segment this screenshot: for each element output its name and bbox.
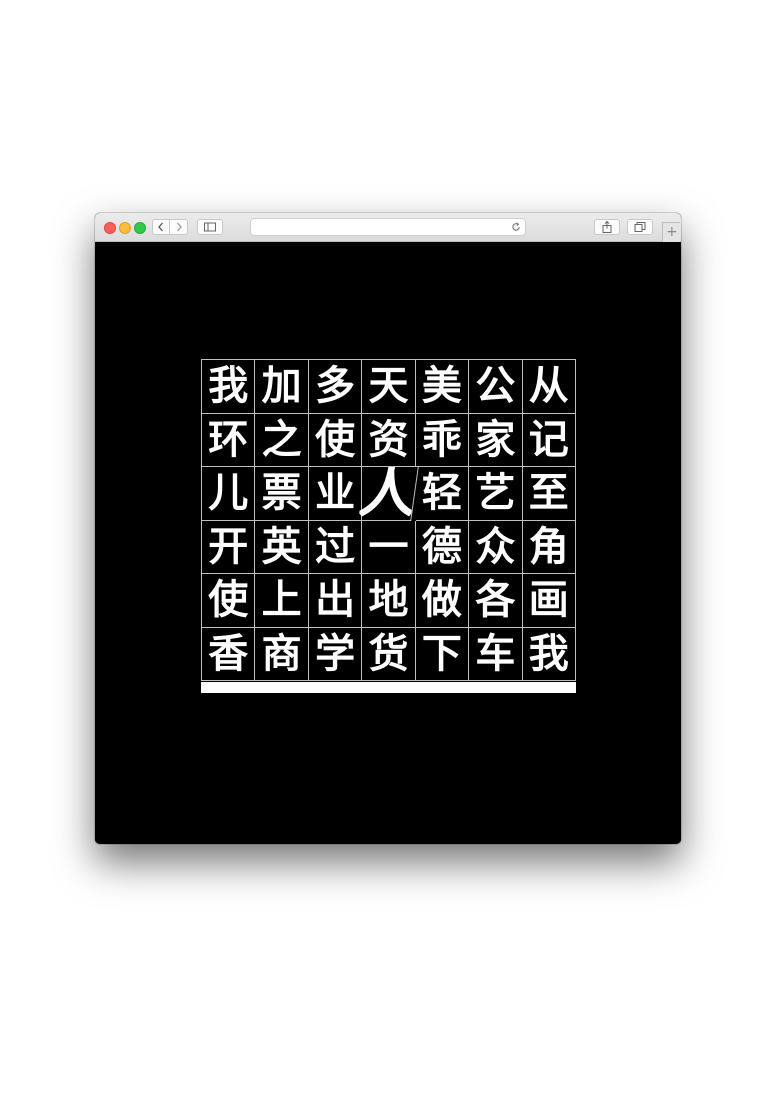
grid-cell: 天 xyxy=(362,360,416,414)
grid-cell: 艺 xyxy=(469,467,523,521)
grid-cell: 众 xyxy=(469,520,523,574)
grid-cell: 儿 xyxy=(202,467,256,521)
grid-cell: 我 xyxy=(522,627,576,681)
grid-cell: 公 xyxy=(469,360,523,414)
grid-cell: 画 xyxy=(522,574,576,628)
grid-cell: 出 xyxy=(308,574,363,628)
grid-cell: 商 xyxy=(255,627,309,681)
share-button[interactable] xyxy=(594,219,620,235)
grid-cell: 轻 xyxy=(415,467,470,521)
grid-cell: 之 xyxy=(255,413,309,467)
grid-cell: 票 xyxy=(255,467,309,521)
chevron-right-icon xyxy=(176,222,182,232)
back-button[interactable] xyxy=(152,219,170,235)
forward-button[interactable] xyxy=(170,219,188,235)
grid-cell: 车 xyxy=(469,627,523,681)
chevron-left-icon xyxy=(158,222,163,232)
grid-cell: 下 xyxy=(415,627,470,681)
grid-cell: 香 xyxy=(202,627,256,681)
grid-cell: 使 xyxy=(308,413,363,467)
close-window-button[interactable] xyxy=(104,222,116,234)
browser-window: + 我加多天美公从环之使资乖家记儿票业人轻艺至开英过一德众角使上出地做各画香商学… xyxy=(95,213,681,844)
grid-cell: 货 xyxy=(362,627,416,681)
grid-cell: 加 xyxy=(255,360,309,414)
grid-cell: 开 xyxy=(202,520,256,574)
grid-cell: 各 xyxy=(469,574,523,628)
reload-icon[interactable] xyxy=(511,222,521,232)
grid-cell: 乖 xyxy=(415,413,470,467)
grid-cell: 美 xyxy=(415,360,470,414)
grid-cell: 我 xyxy=(202,360,256,414)
address-bar[interactable] xyxy=(250,218,526,236)
grid-cell: 学 xyxy=(308,627,363,681)
grid-cell: 资 xyxy=(362,413,416,467)
grid-cell: 德 xyxy=(415,520,470,574)
grid-cell: 人 xyxy=(358,467,420,521)
sidebar-toggle-button[interactable] xyxy=(197,219,223,235)
page-content: 我加多天美公从环之使资乖家记儿票业人轻艺至开英过一德众角使上出地做各画香商学货下… xyxy=(95,242,681,844)
share-icon xyxy=(602,221,612,233)
zoom-window-button[interactable] xyxy=(134,222,146,234)
new-tab-button[interactable]: + xyxy=(662,222,680,242)
grid-cell: 地 xyxy=(362,574,416,628)
grid-cell: 上 xyxy=(255,574,309,628)
plus-icon: + xyxy=(666,224,678,240)
show-tabs-button[interactable] xyxy=(627,219,653,235)
tabs-icon xyxy=(634,222,646,232)
grid-cell: 记 xyxy=(522,413,576,467)
grid-bottom-bar xyxy=(201,682,576,693)
grid-cell: 从 xyxy=(522,360,576,414)
grid-cell: 角 xyxy=(522,520,576,574)
grid-cell: 环 xyxy=(202,413,256,467)
sidebar-icon xyxy=(204,222,216,232)
grid-cell: 过 xyxy=(308,520,363,574)
grid-cell: 做 xyxy=(415,574,470,628)
minimize-window-button[interactable] xyxy=(119,222,131,234)
grid-cell: 一 xyxy=(362,520,416,574)
grid-cell: 多 xyxy=(308,360,363,414)
grid-cell: 家 xyxy=(469,413,523,467)
grid-cell: 使 xyxy=(202,574,256,628)
grid-cell: 业 xyxy=(308,467,363,521)
browser-toolbar: + xyxy=(95,213,681,242)
grid-cell: 英 xyxy=(255,520,309,574)
grid-cell: 至 xyxy=(522,467,576,521)
character-grid: 我加多天美公从环之使资乖家记儿票业人轻艺至开英过一德众角使上出地做各画香商学货下… xyxy=(201,359,576,681)
